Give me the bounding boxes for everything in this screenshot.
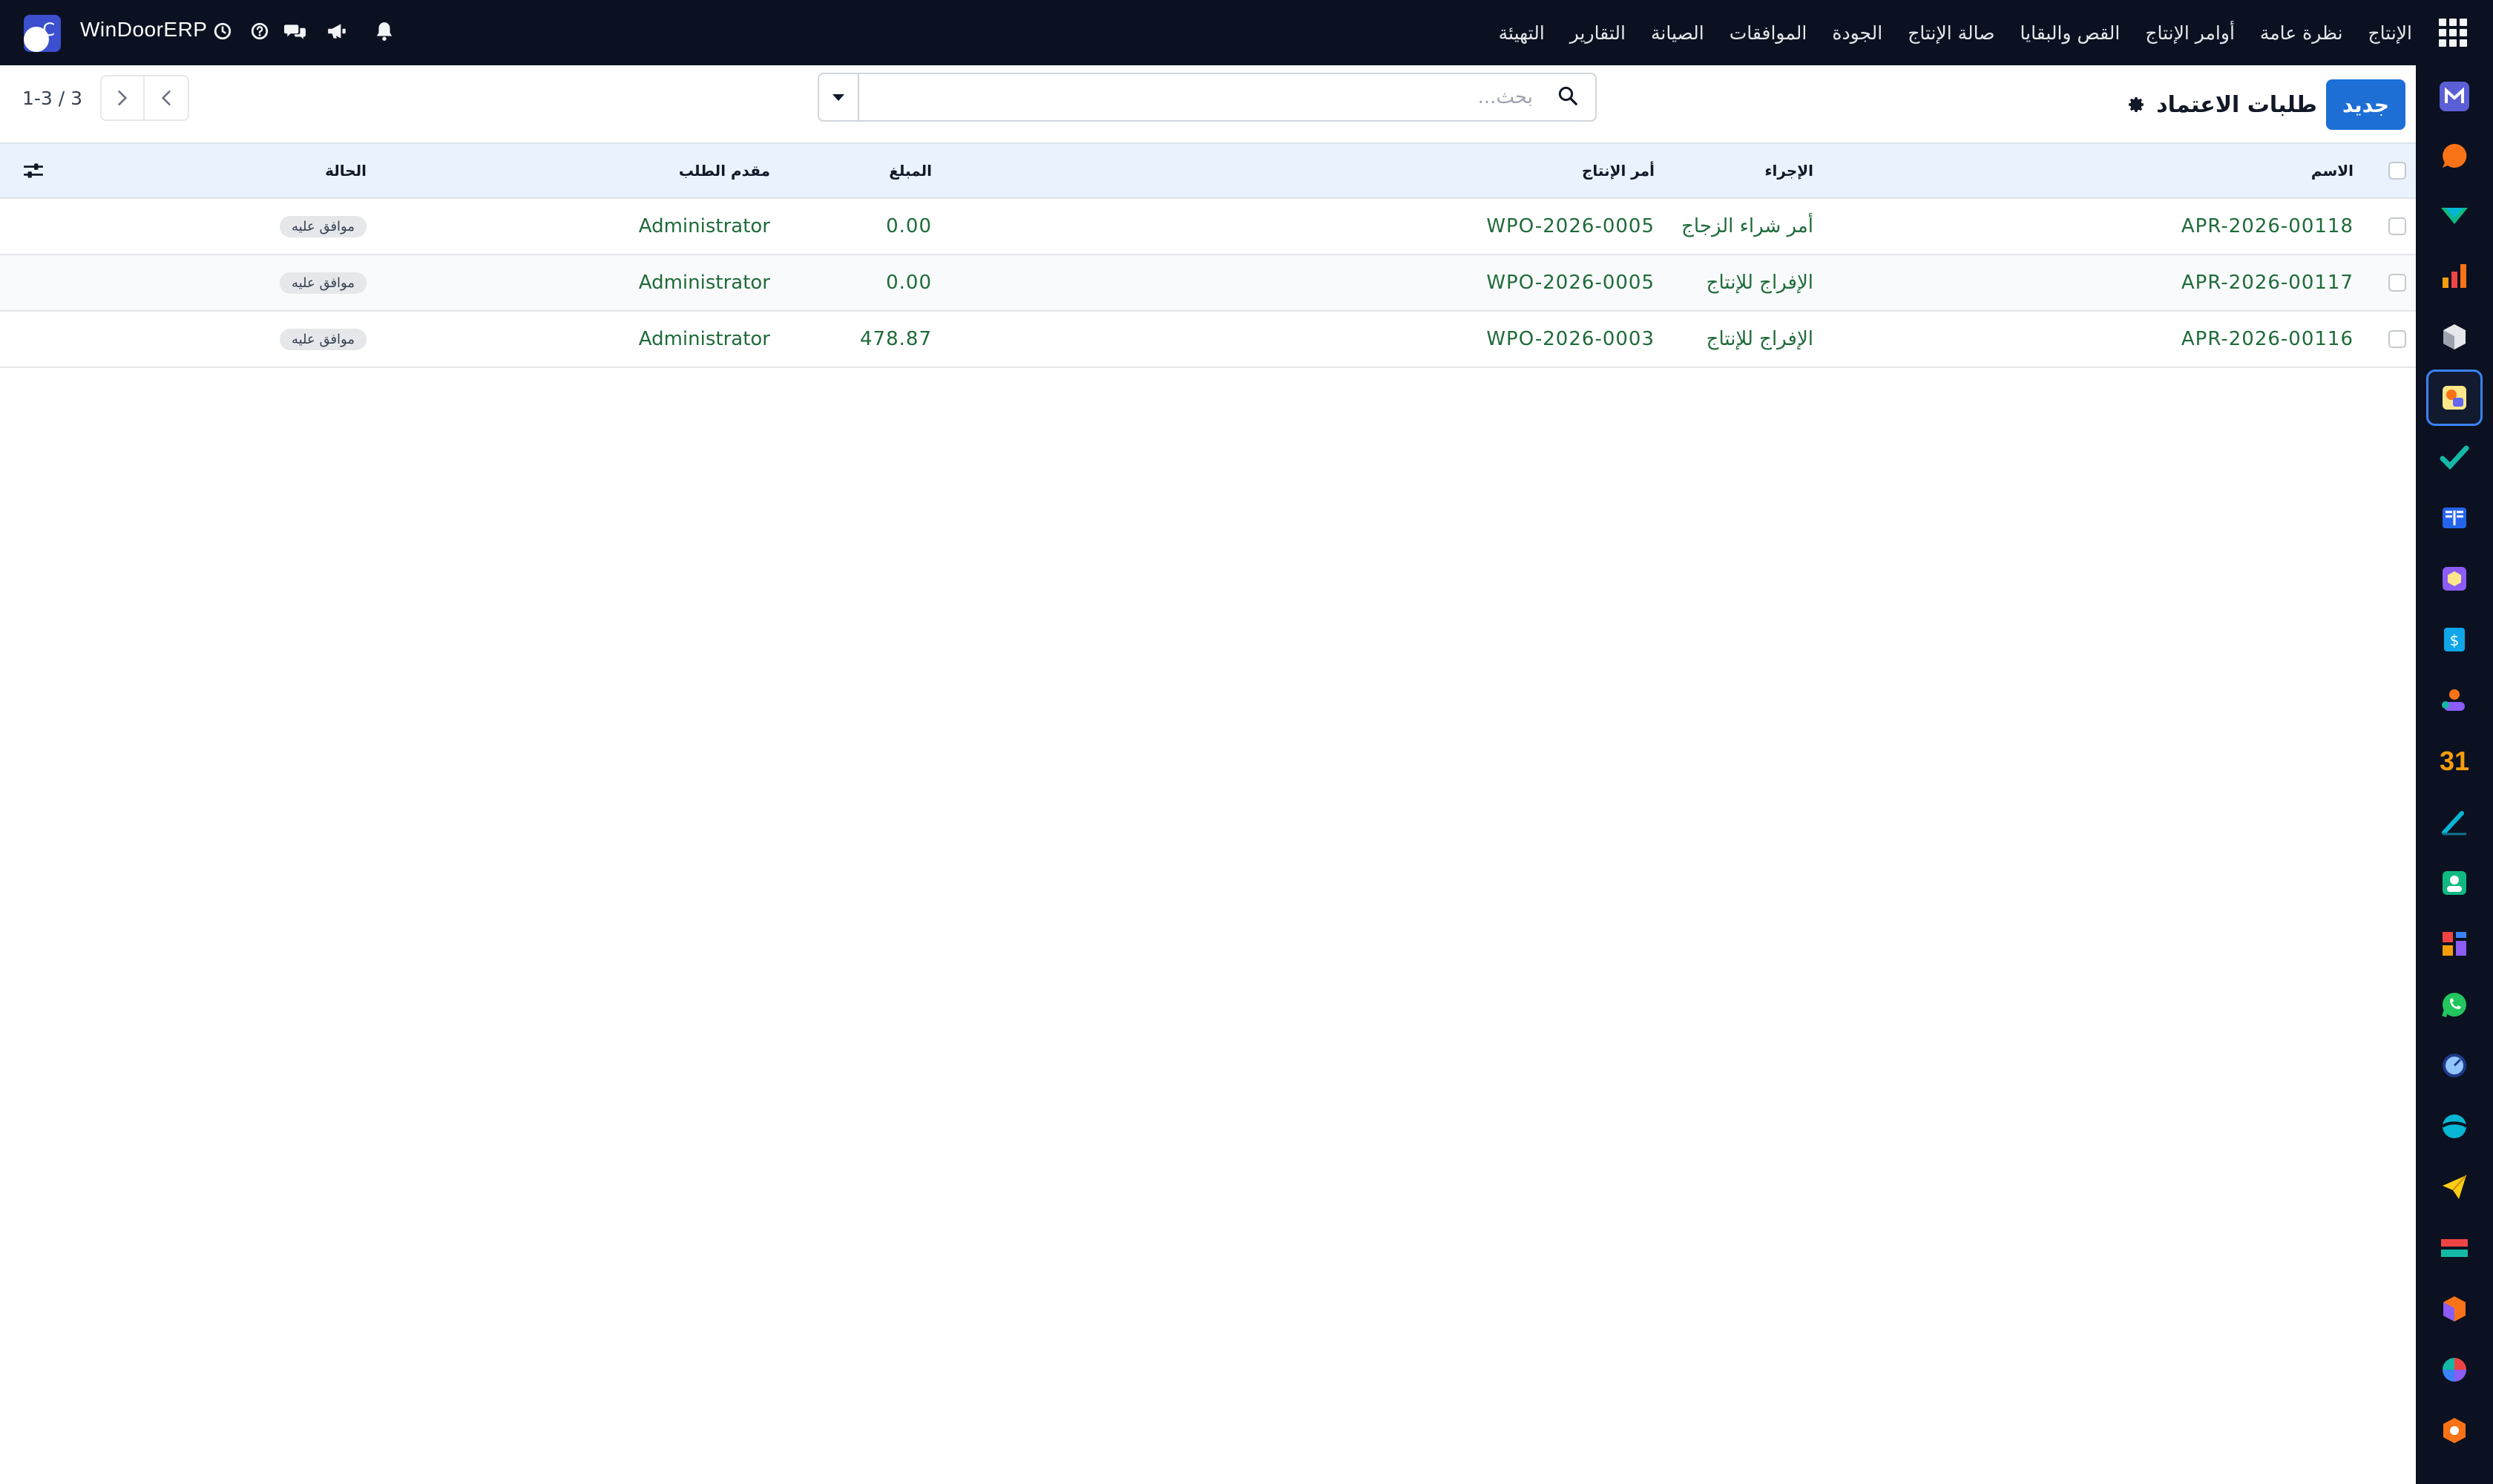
invoicing-app-icon[interactable]: $ — [2440, 625, 2469, 654]
caret-down-icon — [832, 93, 844, 101]
page-title: طلبات الاعتماد — [2156, 91, 2317, 118]
sales-app-icon[interactable] — [2440, 202, 2469, 232]
svg-text:$: $ — [2450, 631, 2460, 649]
chat-icon[interactable] — [283, 18, 307, 45]
table-row[interactable]: APR-2026-00116 الإفراج للإنتاج WPO-2026-… — [0, 312, 2416, 368]
employees-app-icon[interactable] — [2440, 686, 2469, 715]
mail-app-icon[interactable] — [2440, 82, 2469, 111]
company-logo[interactable]: C — [24, 15, 61, 52]
table-row[interactable]: APR-2026-00117 الإفراج للإنتاج WPO-2026-… — [0, 255, 2416, 312]
survey-app-icon[interactable] — [2440, 1355, 2469, 1385]
chevron-right-icon — [118, 91, 128, 105]
whatsapp-app-icon[interactable] — [2440, 990, 2469, 1020]
status-badge: موافق عليه — [279, 328, 367, 350]
menu-overview[interactable]: نظرة عامة — [2247, 22, 2356, 44]
quality-app-icon[interactable] — [2440, 1294, 2469, 1324]
search-options-toggle[interactable] — [819, 74, 859, 120]
pager-previous-button[interactable] — [145, 75, 190, 121]
row-checkbox[interactable] — [2388, 312, 2407, 367]
cell-action: الإفراج للإنتاج — [1706, 328, 1813, 350]
bell-icon[interactable] — [372, 18, 396, 45]
row-checkbox[interactable] — [2388, 199, 2407, 254]
clock-icon[interactable] — [211, 18, 234, 45]
cell-production-order: WPO-2026-0005 — [1486, 215, 1655, 237]
search-icon[interactable] — [1557, 85, 1579, 110]
search-box — [818, 73, 1597, 122]
new-button[interactable]: جديد — [2325, 79, 2405, 130]
knowledge-app-icon[interactable] — [2440, 503, 2469, 533]
table-header: الاسم الإجراء أمر الإنتاج المبلغ مقدم ال… — [0, 142, 2416, 199]
cell-amount: 0.00 — [886, 272, 932, 294]
row-checkbox[interactable] — [2388, 255, 2407, 310]
cell-amount: 0.00 — [886, 215, 932, 237]
search-input[interactable] — [864, 80, 1534, 114]
cell-status: موافق عليه — [279, 255, 367, 310]
studio-app-icon[interactable] — [2440, 1416, 2469, 1445]
cell-name: APR-2026-00117 — [2181, 272, 2354, 294]
timesheet-app-icon[interactable] — [2440, 1051, 2469, 1080]
megaphone-icon[interactable] — [325, 18, 349, 45]
column-header-requester[interactable]: مقدم الطلب — [679, 144, 770, 197]
inventory-app-icon[interactable] — [2440, 322, 2469, 352]
cell-requester: Administrator — [638, 272, 770, 294]
select-all-checkbox[interactable] — [2388, 144, 2407, 197]
optional-columns-icon[interactable] — [22, 144, 45, 197]
cell-production-order: WPO-2026-0003 — [1486, 328, 1655, 350]
pager-next-button[interactable] — [100, 75, 145, 121]
control-panel-title: جديد طلبات الاعتماد — [2128, 79, 2405, 131]
column-header-production-order[interactable]: أمر الإنتاج — [1582, 144, 1655, 197]
chevron-left-icon — [161, 91, 171, 105]
column-header-status[interactable]: الحالة — [325, 144, 367, 197]
sign-app-icon[interactable] — [2440, 807, 2469, 837]
dashboards-app-icon[interactable] — [2440, 929, 2469, 959]
cell-requester: Administrator — [638, 215, 770, 237]
app-grid-icon[interactable] — [2438, 18, 2468, 47]
manufacturing-app-icon[interactable] — [2440, 564, 2469, 594]
email-marketing-app-icon[interactable] — [2440, 1172, 2469, 1202]
cell-status: موافق عليه — [279, 312, 367, 367]
pager: 1-3 / 3 — [22, 74, 190, 122]
todo-app-icon[interactable] — [2440, 442, 2469, 472]
menu-cutting-remnants[interactable]: القص والبقايا — [2008, 22, 2133, 44]
brand-name[interactable]: WinDoorERP — [80, 18, 207, 42]
status-badge: موافق عليه — [279, 272, 367, 294]
column-header-amount[interactable]: المبلغ — [889, 144, 932, 197]
pager-value[interactable]: 1-3 / 3 — [22, 88, 82, 109]
website-app-icon[interactable] — [2440, 1112, 2469, 1141]
cell-action: أمر شراء الزجاج — [1681, 215, 1813, 237]
menu-production[interactable]: الإنتاج — [2356, 22, 2425, 44]
menu-production-orders[interactable]: أوامر الإنتاج — [2132, 22, 2247, 44]
table-row[interactable]: APR-2026-00118 أمر شراء الزجاج WPO-2026-… — [0, 199, 2416, 255]
cell-requester: Administrator — [638, 328, 770, 350]
menu-configuration[interactable]: التهيئة — [1486, 22, 1557, 44]
discuss-app-icon[interactable] — [2440, 141, 2469, 171]
column-header-action[interactable]: الإجراء — [1764, 144, 1813, 197]
approval-requests-table: الاسم الإجراء أمر الإنتاج المبلغ مقدم ال… — [0, 142, 2416, 368]
logo-letter: C — [42, 19, 55, 40]
main-menu: الإنتاج نظرة عامة أوامر الإنتاج القص وال… — [1486, 0, 2468, 65]
top-navbar: C WinDoorERP الإنتاج نظرة عامة أوامر الإ… — [0, 0, 2493, 65]
contacts-app-icon[interactable] — [2440, 868, 2469, 898]
cell-name: APR-2026-00116 — [2181, 328, 2354, 350]
cell-action: الإفراج للإنتاج — [1706, 272, 1813, 294]
payroll-app-icon[interactable] — [2440, 1233, 2469, 1263]
app-sidebar: $ 31 — [2416, 65, 2493, 1484]
calendar-app-icon[interactable]: 31 — [2440, 746, 2469, 776]
menu-reports[interactable]: التقارير — [1557, 22, 1638, 44]
gear-icon[interactable] — [2128, 96, 2146, 114]
approvals-app-icon[interactable] — [2426, 370, 2483, 426]
column-header-name[interactable]: الاسم — [2311, 144, 2354, 197]
cell-amount: 478.87 — [860, 328, 932, 350]
cell-production-order: WPO-2026-0005 — [1486, 272, 1655, 294]
menu-shop-floor[interactable]: صالة الإنتاج — [1895, 22, 2007, 44]
menu-approvals[interactable]: الموافقات — [1717, 22, 1820, 44]
status-badge: موافق عليه — [279, 215, 367, 237]
cell-status: موافق عليه — [279, 199, 367, 254]
menu-maintenance[interactable]: الصيانة — [1638, 22, 1717, 44]
help-icon[interactable] — [248, 18, 272, 45]
cell-name: APR-2026-00118 — [2181, 215, 2354, 237]
reports-app-icon[interactable] — [2440, 261, 2469, 291]
menu-quality[interactable]: الجودة — [1819, 22, 1895, 44]
